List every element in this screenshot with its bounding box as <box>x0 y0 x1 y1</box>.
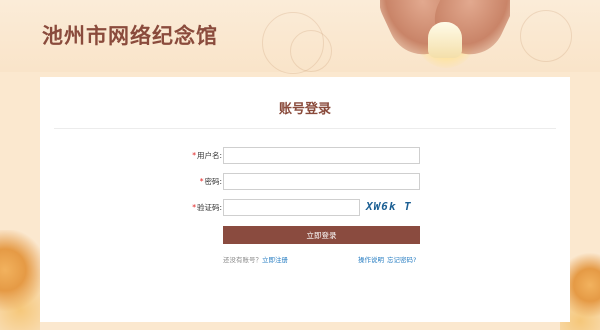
username-input[interactable] <box>223 147 420 164</box>
flower-decoration <box>290 30 332 72</box>
password-row: *密码: <box>40 173 570 193</box>
captcha-image[interactable]: XW6k T <box>366 200 418 215</box>
required-mark: * <box>192 151 196 160</box>
login-title: 账号登录 <box>278 102 331 117</box>
login-links: 还没有账号？立即注册 操作说明 忘记密码? <box>40 254 570 266</box>
password-input[interactable] <box>223 173 420 190</box>
site-header: 池州市网络纪念馆 <box>0 0 600 75</box>
site-title: 池州市网络纪念馆 <box>42 23 218 48</box>
forgot-password-link[interactable]: 忘记密码? <box>387 254 416 264</box>
captcha-row: *验证码: XW6k T <box>40 199 570 219</box>
login-card: 账号登录 *用户名: *密码: *验证码: XW6k T 立即登录 还没有账号？… <box>40 77 570 322</box>
captcha-label: *验证码: <box>192 203 222 212</box>
flower-decoration-left <box>0 230 40 330</box>
captcha-input[interactable] <box>223 199 360 216</box>
required-mark: * <box>192 203 196 212</box>
username-row: *用户名: <box>40 147 570 167</box>
password-label: *密码: <box>199 177 222 186</box>
divider <box>54 128 556 129</box>
no-account-text: 还没有账号？立即注册 <box>223 256 288 264</box>
login-button[interactable]: 立即登录 <box>223 226 420 244</box>
help-link[interactable]: 操作说明 <box>358 254 384 264</box>
candle-hands-image <box>380 0 510 75</box>
username-label: *用户名: <box>192 151 222 160</box>
flower-decoration <box>520 10 572 62</box>
register-link[interactable]: 立即注册 <box>262 256 288 264</box>
required-mark: * <box>199 177 204 186</box>
